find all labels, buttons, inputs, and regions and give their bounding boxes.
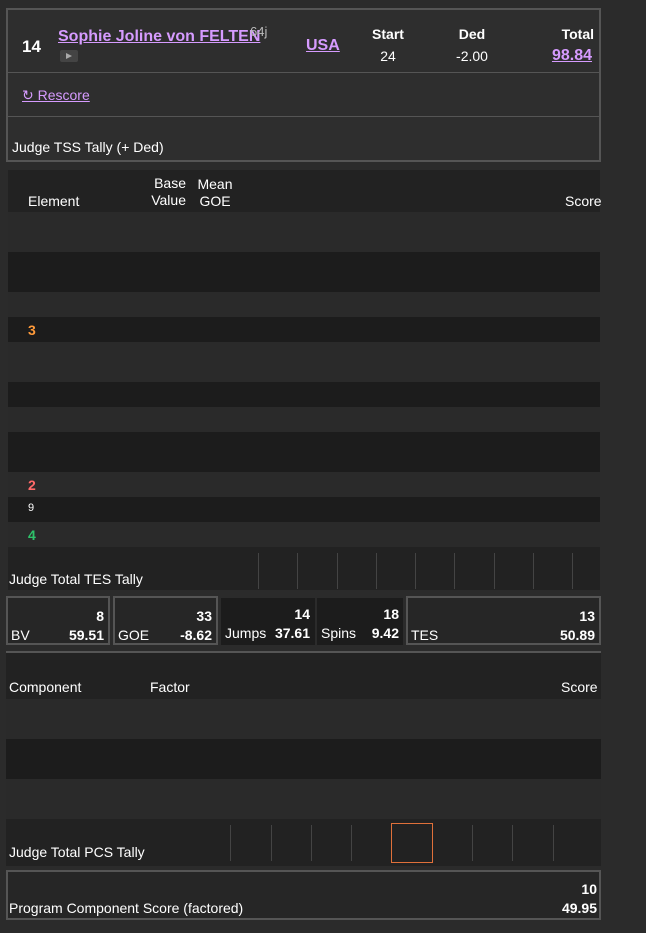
goe-rank: 33 [196,608,212,624]
element-row: 9 [8,497,600,522]
goe-col-header: GOE [199,193,231,209]
element-row [8,382,600,407]
pcs-cell-divider [311,825,312,861]
jumps-box: 14 Jumps 37.61 [221,598,315,645]
tes-cell-divider [297,553,298,589]
bv-label: BV [11,627,30,643]
total-value[interactable]: 98.84 [528,47,592,65]
pcs-cell-divider [512,825,513,861]
pcs-total-box: 10 Program Component Score (factored) 49… [6,870,601,920]
value-col-header: Value [151,192,186,208]
element-row: 4 [8,522,600,547]
element-name: 2 [28,477,36,493]
tes-cell-divider [415,553,416,589]
pcs-cell-divider [553,825,554,861]
tes-label: TES [411,627,439,643]
element-row [8,342,600,382]
component-row [6,779,601,819]
elements-panel: Element Base Value Mean GOE Score 3 2 9 4 J… [8,170,602,590]
bv-rank: 8 [96,608,104,624]
skater-name-link[interactable]: Sophie Joline von FELTEN [58,28,260,46]
rescore-link[interactable]: ↻ Rescore [22,87,90,104]
pcs-tally-label: Judge Total PCS Tally [9,844,145,860]
element-level: 3 [28,322,36,338]
country-link[interactable]: USA [306,37,340,55]
element-row [8,212,600,252]
pcs-cell-divider [472,825,473,861]
pcs-cell-divider [271,825,272,861]
spins-box: 18 Spins 9.42 [317,598,403,645]
element-row [8,432,600,472]
goe-label: GOE [118,627,150,643]
element-row [8,252,600,292]
component-row [6,739,601,779]
tes-rank: 13 [579,608,595,624]
video-icon[interactable] [60,50,78,62]
pcs-cell-divider [230,825,231,861]
pcs-total-label: Program Component Score (factored) [9,900,244,916]
tes-cell-divider [376,553,377,589]
factor-col-header: Factor [150,679,190,695]
tes-cell-divider [533,553,534,589]
start-label: Start [372,26,404,42]
pcs-total-value: 49.95 [561,900,597,916]
element-row: 2 [8,472,600,497]
start-value: 24 [380,48,396,64]
element-sup: 9 [28,502,35,514]
element-level: 2 [28,477,36,493]
divider [8,116,599,117]
element-level: 4 [28,527,36,543]
jumps-rank: 14 [294,606,310,622]
outlier-highlight [391,823,433,863]
spins-rank: 18 [383,606,399,622]
goe-box: 33 GOE -8.62 [113,596,218,645]
element-row [8,407,600,432]
tes-cell-divider [337,553,338,589]
pcs-score-col-header: Score [561,679,598,695]
element-col-header: Element [28,193,80,209]
tes-value: 50.89 [559,627,595,643]
score-col-header: Score [565,193,602,209]
skater-name-sup: 64j [250,24,268,39]
element-name: 3 [28,322,36,338]
goe-value: -8.62 [180,627,212,643]
ded-value: -2.00 [456,48,488,64]
total-label: Total [561,26,594,42]
base-col-header: Base [154,175,186,191]
ded-label: Ded [458,26,486,42]
tes-cell-divider [258,553,259,589]
pcs-panel: Component Factor Score Judge Total PCS T… [6,651,601,866]
tes-cell-divider [454,553,455,589]
spins-label: Spins [321,625,357,641]
tes-box: 13 TES 50.89 [406,596,601,645]
skater-header: 14 Sophie Joline von FELTEN 64j USA Star… [6,8,601,162]
jumps-label: Jumps [225,625,267,641]
element-name: 4 [28,527,36,543]
jumps-value: 37.61 [274,625,310,641]
mean-col-header: Mean [197,176,233,192]
tes-cell-divider [494,553,495,589]
skater-rank: 14 [22,37,41,56]
bv-box: 8 BV 59.51 [6,596,110,645]
bv-value: 59.51 [68,627,104,643]
divider [8,72,599,73]
tes-tally-label: Judge Total TES Tally [9,571,143,587]
element-row: 3 [8,317,600,342]
component-col-header: Component [9,679,82,695]
pcs-total-rank: 10 [581,881,597,897]
tes-cell-divider [572,553,573,589]
tss-label: Judge TSS Tally (+ Ded) [12,139,164,155]
element-name: 9 [28,502,34,520]
spins-value: 9.42 [371,625,399,641]
component-row [6,699,601,739]
element-row [8,292,600,317]
pcs-cell-divider [351,825,352,861]
